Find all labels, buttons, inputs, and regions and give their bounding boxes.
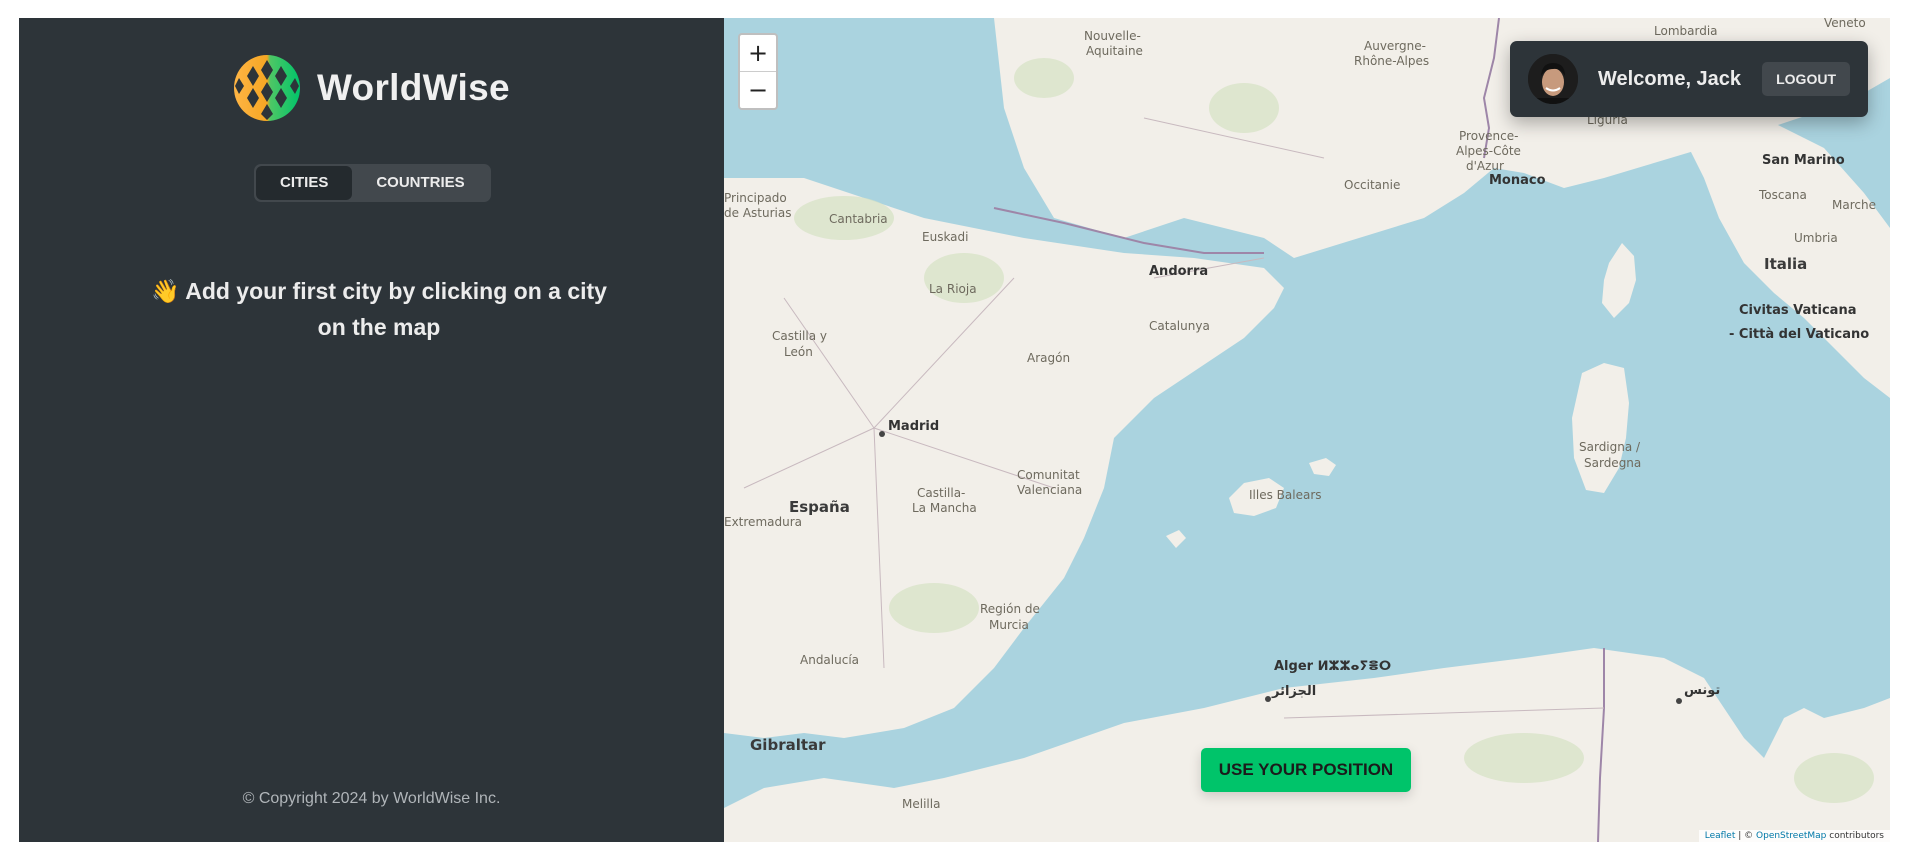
svg-text:Principado: Principado: [724, 191, 787, 205]
svg-text:Lombardia: Lombardia: [1654, 24, 1718, 38]
svg-text:Nouvelle-: Nouvelle-: [1084, 29, 1141, 43]
attribution-separator: | ©: [1735, 831, 1757, 841]
user-avatar: [1528, 54, 1578, 104]
svg-text:Comunitat: Comunitat: [1017, 468, 1080, 482]
svg-text:تونس: تونس: [1684, 683, 1720, 698]
logout-button[interactable]: Logout: [1762, 62, 1850, 96]
svg-text:Toscana: Toscana: [1758, 188, 1807, 202]
use-position-button[interactable]: Use your position: [1201, 748, 1411, 792]
svg-text:Región de: Región de: [980, 602, 1040, 616]
svg-text:León: León: [784, 345, 813, 359]
map[interactable]: Nouvelle- Aquitaine Auvergne- Rhône-Alpe…: [724, 18, 1890, 842]
empty-state-message: 👋 Add your first city by clicking on a c…: [139, 273, 619, 345]
svg-text:Umbria: Umbria: [1794, 231, 1838, 245]
svg-text:San Marino: San Marino: [1762, 153, 1845, 168]
map-tiles[interactable]: Nouvelle- Aquitaine Auvergne- Rhône-Alpe…: [724, 18, 1890, 842]
svg-text:Extremadura: Extremadura: [724, 515, 802, 529]
logo[interactable]: WorldWise: [233, 54, 510, 122]
svg-text:Madrid: Madrid: [888, 419, 939, 434]
land-corsica: [1602, 243, 1636, 318]
svg-text:Rhône-Alpes: Rhône-Alpes: [1354, 54, 1429, 68]
leaflet-link[interactable]: Leaflet: [1705, 831, 1736, 841]
svg-text:La Mancha: La Mancha: [912, 501, 977, 515]
svg-text:Italia: Italia: [1764, 255, 1807, 273]
svg-text:Veneto: Veneto: [1824, 18, 1866, 30]
svg-text:Provence-: Provence-: [1459, 129, 1518, 143]
svg-text:La Rioja: La Rioja: [929, 282, 977, 296]
svg-text:Euskadi: Euskadi: [922, 230, 968, 244]
svg-text:Alger ⵍⵣⵣⴰⵢⴻⵔ: Alger ⵍⵣⵣⴰⵢⴻⵔ: [1274, 659, 1391, 674]
globe-logo-icon: [234, 55, 300, 121]
zoom-out-button[interactable]: −: [740, 71, 776, 108]
svg-text:Marche: Marche: [1832, 198, 1876, 212]
svg-text:España: España: [789, 498, 850, 516]
svg-text:Alpes-Côte: Alpes-Côte: [1456, 144, 1521, 158]
copyright: © Copyright 2024 by WorldWise Inc.: [242, 790, 501, 807]
svg-text:de Asturias: de Asturias: [724, 206, 791, 220]
osm-link[interactable]: OpenStreetMap: [1756, 831, 1826, 841]
svg-text:Melilla: Melilla: [902, 797, 940, 811]
svg-text:Civitas Vaticana: Civitas Vaticana: [1739, 303, 1856, 318]
svg-text:Auvergne-: Auvergne-: [1364, 39, 1426, 53]
svg-text:Cantabria: Cantabria: [829, 212, 888, 226]
land-ibiza: [1166, 530, 1186, 548]
svg-text:Murcia: Murcia: [989, 618, 1029, 632]
svg-text:Valenciana: Valenciana: [1017, 483, 1082, 497]
app: WorldWise Cities Countries 👋 Add your fi…: [19, 18, 1890, 842]
svg-text:Monaco: Monaco: [1489, 173, 1546, 188]
land-menorca: [1309, 458, 1336, 476]
tab-countries[interactable]: Countries: [352, 166, 488, 200]
zoom-in-button[interactable]: +: [740, 35, 776, 71]
svg-text:Castilla y: Castilla y: [772, 329, 827, 343]
svg-text:Illes Balears: Illes Balears: [1249, 488, 1322, 502]
svg-text:Catalunya: Catalunya: [1149, 319, 1210, 333]
map-attribution: Leaflet | © OpenStreetMap contributors: [1698, 830, 1890, 842]
empty-state-text: Add your first city by clicking on a cit…: [185, 278, 607, 340]
waving-hand-icon: 👋: [151, 278, 180, 304]
svg-text:Andalucía: Andalucía: [800, 653, 859, 667]
svg-text:الجزائر: الجزائر: [1271, 684, 1316, 699]
avatar-icon: [1528, 54, 1578, 104]
zoom-control: + −: [738, 33, 778, 110]
city-country-tabs: Cities Countries: [254, 164, 491, 202]
svg-text:Aquitaine: Aquitaine: [1086, 44, 1143, 58]
svg-text:d'Azur: d'Azur: [1466, 159, 1504, 173]
app-name: WorldWise: [317, 67, 510, 108]
sidebar: WorldWise Cities Countries 👋 Add your fi…: [19, 18, 724, 842]
attribution-suffix: contributors: [1826, 831, 1884, 841]
svg-text:Gibraltar: Gibraltar: [750, 736, 826, 754]
svg-text:- Città del Vaticano: - Città del Vaticano: [1729, 327, 1869, 342]
svg-text:Sardegna: Sardegna: [1584, 456, 1641, 470]
land-sardinia: [1572, 363, 1629, 493]
svg-text:Andorra: Andorra: [1149, 264, 1208, 279]
svg-text:Sardigna /: Sardigna /: [1579, 440, 1641, 454]
tab-cities[interactable]: Cities: [256, 166, 353, 200]
svg-text:Occitanie: Occitanie: [1344, 178, 1400, 192]
user-panel: Welcome, Jack Logout: [1510, 41, 1868, 117]
welcome-text: Welcome, Jack: [1598, 67, 1742, 90]
svg-text:Castilla-: Castilla-: [917, 486, 965, 500]
svg-text:Aragón: Aragón: [1027, 351, 1070, 365]
